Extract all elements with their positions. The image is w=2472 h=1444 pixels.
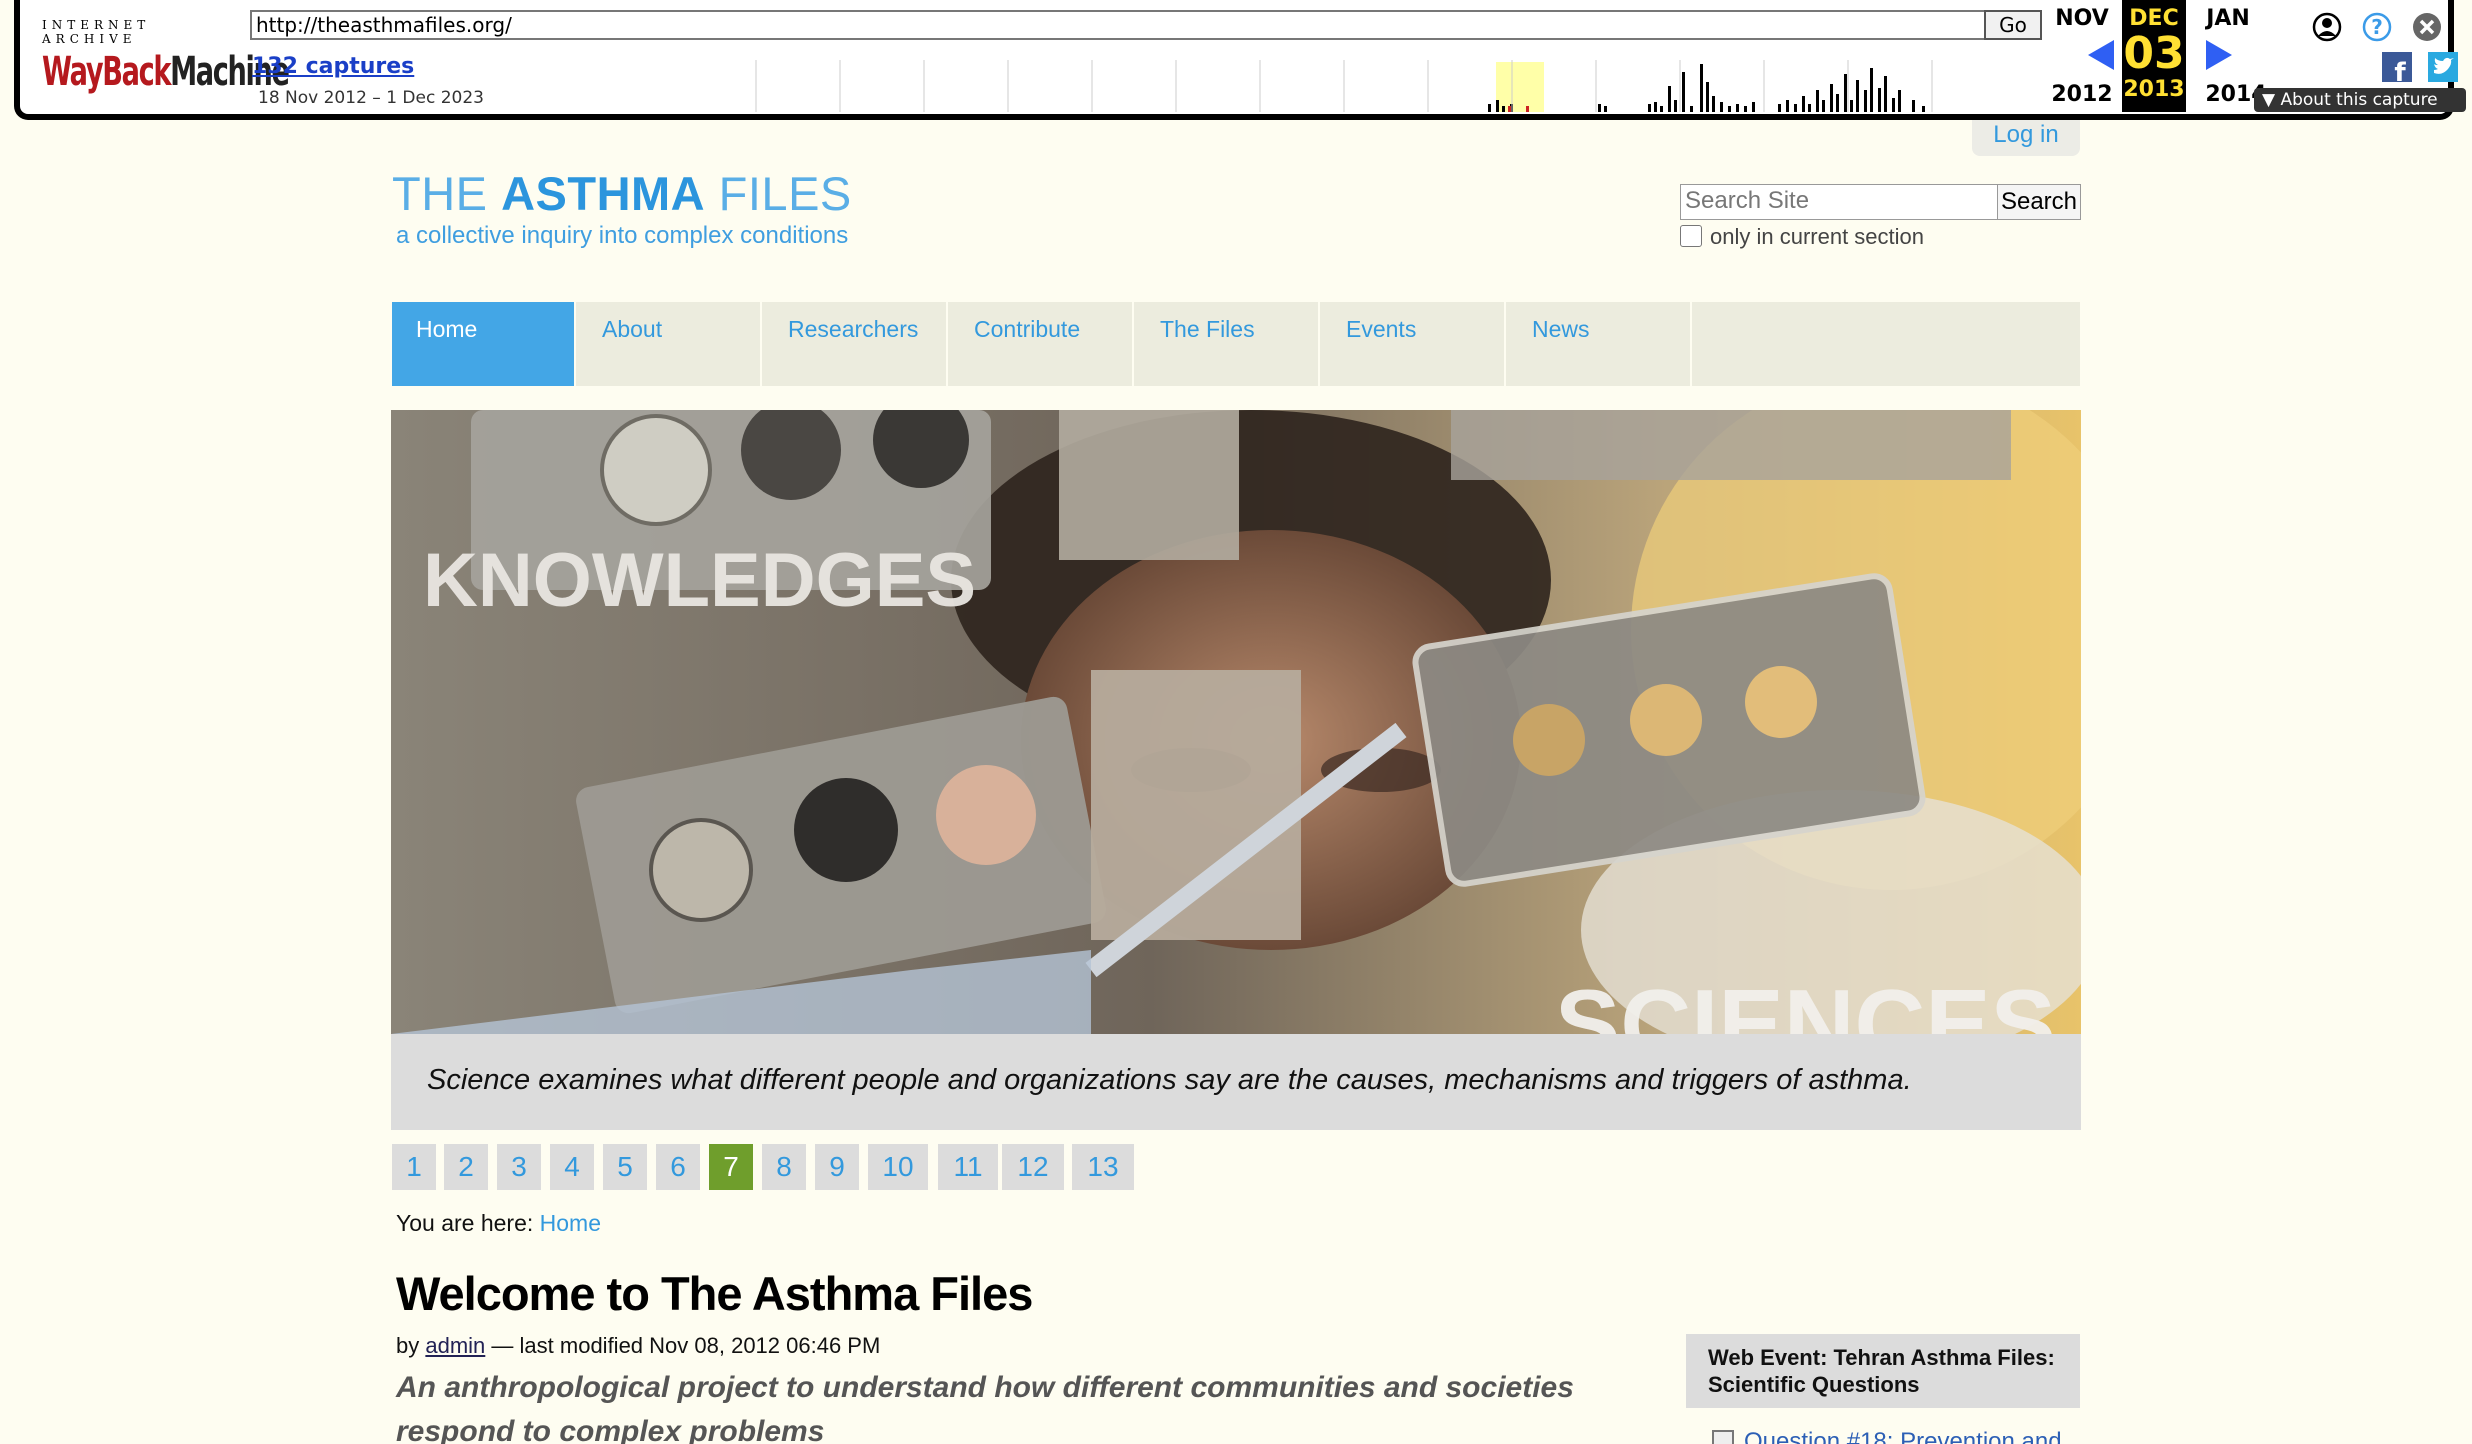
nav-the-files[interactable]: The Files	[1136, 302, 1320, 386]
hero-illustration: KNOWLEDGES SCIENCES	[391, 410, 2081, 1034]
nav-events[interactable]: Events	[1322, 302, 1506, 386]
portlet-item-link[interactable]: Question #18: Prevention and	[1712, 1428, 2062, 1444]
facebook-icon[interactable]: f	[2382, 52, 2412, 82]
wayback-url-input[interactable]: http://theasthmafiles.org/	[250, 10, 1990, 40]
wayback-capture-histogram[interactable]	[736, 60, 1996, 112]
wayback-current-date: DEC 03 2013	[2122, 0, 2186, 112]
site-logo-post: FILES	[705, 167, 852, 220]
author-link[interactable]: admin	[425, 1333, 485, 1358]
pager-item-6[interactable]: 6	[656, 1144, 700, 1190]
only-section-label: only in current section	[1710, 224, 1924, 249]
nav-about[interactable]: About	[578, 302, 762, 386]
user-icon[interactable]	[2312, 12, 2342, 42]
login-link[interactable]: Log in	[1972, 120, 2080, 156]
wayback-prev-year[interactable]: 2012	[2050, 82, 2114, 107]
hero-slideshow-image[interactable]: KNOWLEDGES SCIENCES	[391, 410, 2081, 1034]
next-arrow-icon[interactable]	[2206, 40, 2232, 70]
site-logo-pre: THE	[392, 167, 502, 220]
wayback-current-day: 03	[2123, 28, 2185, 79]
byline-modified: — last modified Nov 08, 2012 06:46 PM	[491, 1333, 881, 1358]
wayback-toolbar: INTERNET ARCHIVE WayBackMachine http://t…	[14, 0, 2466, 120]
site-tagline: a collective inquiry into complex condit…	[396, 222, 849, 249]
help-icon[interactable]: ?	[2362, 12, 2392, 42]
portlet-header[interactable]: Web Event: Tehran Asthma Files: Scientif…	[1686, 1334, 2080, 1408]
wayback-go-button[interactable]: Go	[1984, 10, 2042, 40]
wayback-current-year: 2013	[2123, 77, 2185, 102]
site-logo[interactable]: THE ASTHMA FILES a collective inquiry in…	[392, 168, 852, 250]
nav-news[interactable]: News	[1508, 302, 1692, 386]
only-current-section[interactable]: only in current section	[1680, 224, 1924, 250]
site-logo-title: THE ASTHMA FILES	[392, 168, 852, 220]
pager-item-10[interactable]: 10	[868, 1144, 928, 1190]
svg-text:?: ?	[2371, 15, 2383, 39]
twitter-icon[interactable]	[2428, 52, 2458, 82]
pager-item-11[interactable]: 11	[938, 1144, 998, 1190]
pager-item-13[interactable]: 13	[1072, 1144, 1134, 1190]
pager-item-8[interactable]: 8	[762, 1144, 806, 1190]
search-input[interactable]: Search Site	[1680, 184, 1998, 220]
nav-contribute[interactable]: Contribute	[950, 302, 1134, 386]
pager-item-12[interactable]: 12	[1002, 1144, 1064, 1190]
wayback-logo-text: WayBackMachine	[42, 49, 290, 95]
breadcrumb-label: You are here:	[396, 1210, 534, 1236]
wayback-next-month[interactable]: JAN	[2196, 6, 2260, 31]
wayback-captures-link[interactable]: 132 captures	[252, 54, 414, 79]
pager-item-2[interactable]: 2	[444, 1144, 488, 1190]
pager-item-1[interactable]: 1	[392, 1144, 436, 1190]
pager-item-5[interactable]: 5	[603, 1144, 647, 1190]
wayback-date-range: 18 Nov 2012 – 1 Dec 2023	[258, 88, 484, 108]
hero-word-bottom: SCIENCES	[1555, 969, 2056, 1034]
document-byline: by admin — last modified Nov 08, 2012 06…	[396, 1333, 880, 1359]
site-logo-bold: ASTHMA	[501, 167, 706, 220]
only-section-checkbox[interactable]	[1680, 225, 1702, 247]
wayback-logo[interactable]: INTERNET ARCHIVE WayBackMachine	[42, 18, 290, 98]
prev-arrow-icon[interactable]	[2088, 40, 2114, 70]
about-capture-button[interactable]: ▼ About this capture	[2254, 88, 2466, 112]
document-icon	[1712, 1430, 1734, 1444]
search-button[interactable]: Search	[1997, 184, 2081, 220]
portlet-item-label: Question #18: Prevention and	[1744, 1428, 2062, 1444]
nav-researchers[interactable]: Researchers	[764, 302, 948, 386]
breadcrumb-home-link[interactable]: Home	[540, 1210, 601, 1236]
byline-by: by	[396, 1333, 420, 1358]
document-description: An anthropological project to understand…	[396, 1371, 1574, 1444]
main-nav: Home About Researchers Contribute The Fi…	[392, 302, 2080, 386]
wayback-logo-top: INTERNET ARCHIVE	[42, 18, 151, 46]
pager-item-4[interactable]: 4	[550, 1144, 594, 1190]
wayback-prev-month[interactable]: NOV	[2050, 6, 2114, 31]
pager-item-7[interactable]: 7	[709, 1144, 753, 1190]
breadcrumb: You are here: Home	[396, 1210, 601, 1237]
close-icon[interactable]	[2412, 12, 2442, 42]
chevron-down-icon: ▼	[2262, 90, 2281, 110]
pager-item-9[interactable]: 9	[815, 1144, 859, 1190]
svg-text:f: f	[2394, 58, 2406, 82]
wayback-logo-red: WayBack	[42, 49, 171, 95]
about-capture-label: About this capture	[2280, 90, 2438, 110]
hero-word-top: KNOWLEDGES	[423, 538, 976, 623]
page-title: Welcome to The Asthma Files	[396, 1267, 1033, 1320]
hero-caption: Science examines what different people a…	[391, 1034, 2081, 1130]
nav-home[interactable]: Home	[392, 302, 576, 386]
pager-item-3[interactable]: 3	[497, 1144, 541, 1190]
